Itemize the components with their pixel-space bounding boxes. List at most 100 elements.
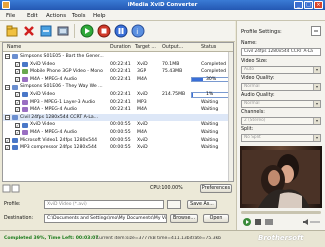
video-file-icon: [12, 84, 18, 90]
destination-input[interactable]: C:\Documents and Settings\mo\My Document…: [44, 214, 167, 223]
close-icon[interactable]: ×: [314, 1, 323, 9]
settings-title: Profile Settings:: [241, 29, 282, 35]
delete-icon[interactable]: [22, 24, 36, 38]
group-name: Civil 24fps 1280x544 CCRT A-La...: [20, 114, 99, 120]
item-target: M4A: [137, 130, 148, 135]
header-duration[interactable]: Duration: [110, 45, 131, 50]
video-quality-select[interactable]: Normal ▾: [241, 83, 321, 91]
convert-icon[interactable]: [80, 24, 94, 38]
profile-settings-icon[interactable]: [167, 200, 181, 209]
expand-toggle[interactable]: −: [5, 115, 10, 121]
item-duration: 00:00:55: [110, 145, 131, 151]
row-checkbox[interactable]: ✓: [15, 61, 20, 67]
volume-icon: [303, 219, 320, 225]
header-target[interactable]: Target ...: [135, 45, 156, 50]
profile-select[interactable]: XviD Video (*.avi): [44, 200, 164, 209]
menu-tools[interactable]: Tools: [72, 13, 86, 19]
item-output: 75.43MB: [162, 69, 183, 75]
row-checkbox[interactable]: ✓: [15, 130, 20, 136]
info-icon[interactable]: i: [131, 24, 145, 38]
list-scrollbar[interactable]: [228, 52, 233, 181]
format-icon: [22, 122, 28, 128]
format-icon: [22, 69, 28, 75]
status-bar: Completed 39%, Time Left: 00:03:07 Curre…: [0, 230, 325, 247]
item-name: XviD Video: [30, 122, 56, 128]
channels-value: 2 (Stereo): [244, 118, 266, 123]
item-status: Waiting: [201, 122, 219, 128]
row-checkbox[interactable]: ✓: [15, 77, 20, 83]
pause-icon[interactable]: [114, 24, 128, 38]
menu-actions[interactable]: Actions: [46, 13, 66, 19]
video-file-icon: [12, 145, 18, 151]
row-checkbox[interactable]: ✓: [15, 99, 20, 105]
channels-select[interactable]: 2 (Stereo) ▾: [241, 117, 321, 125]
row-checkbox[interactable]: ✓: [15, 69, 20, 75]
header-name[interactable]: Name: [7, 45, 21, 50]
browse-button[interactable]: Browse...: [170, 214, 198, 223]
chevron-down-icon: ▾: [313, 67, 320, 73]
group-name: Simpsons S01E06 - They Way We ...: [20, 84, 103, 90]
clear-icon[interactable]: [39, 24, 53, 38]
item-status: Waiting: [201, 145, 219, 151]
group-row[interactable]: − Simpsons S01E05 - Bart the Gener...: [3, 53, 233, 61]
menu-help[interactable]: Help: [93, 13, 106, 19]
item-duration: 00:22:41: [110, 69, 131, 75]
menu-file[interactable]: File: [6, 13, 15, 19]
preview-image: [240, 146, 322, 208]
item-status: 30%: [206, 76, 217, 82]
name-value: Civil 24fps 1280x544 CCRT A-La: [244, 49, 313, 54]
video-file-icon: [12, 115, 18, 121]
table-row[interactable]: ✓ MP3 compressor 24fps 1280x544 00:00:55 Xv…: [3, 144, 233, 152]
stop-icon[interactable]: [97, 24, 111, 38]
snapshot-icon: [265, 219, 273, 225]
channels-label: Channels:: [241, 110, 265, 115]
row-checkbox[interactable]: ✓: [5, 137, 10, 143]
player-controls: [241, 217, 321, 227]
table-row[interactable]: ✓ XviD Video 00:22:41 XviD 214.75MB 1%: [3, 91, 233, 99]
conversion-list[interactable]: Name Duration Target ... Output... Statu…: [2, 42, 234, 182]
expand-toggle[interactable]: −: [5, 54, 10, 60]
audio-quality-value: Normal: [244, 101, 260, 106]
table-row[interactable]: ✓ Microsoft Video1 24fps 1280x544 00:00:55…: [3, 137, 233, 145]
item-duration: 00:00:55: [110, 122, 131, 128]
table-row[interactable]: ✓ MP3 - MPEG-1 Layer-3 Audio 00:22:41 MP3 Wa…: [3, 99, 233, 107]
seek-slider[interactable]: [241, 211, 321, 214]
toolbar: i: [0, 21, 235, 42]
save-as-button[interactable]: Save As...: [187, 200, 217, 209]
collapse-icon[interactable]: [311, 26, 321, 36]
chevron-down-icon: ▾: [313, 101, 320, 107]
table-row[interactable]: ✓ M4A - MPEG-4 Audio 00:00:55 M4A Waiting: [3, 129, 233, 137]
item-duration: 00:22:41: [110, 99, 131, 105]
row-checkbox[interactable]: ✓: [5, 145, 10, 151]
preferences-button[interactable]: Preferences: [200, 184, 232, 193]
expand-toggle[interactable]: −: [5, 84, 10, 90]
audio-quality-select[interactable]: Normal ▾: [241, 100, 321, 108]
open-button[interactable]: Open: [203, 214, 229, 223]
list-view-icon[interactable]: [2, 184, 22, 193]
row-checkbox[interactable]: ✓: [15, 122, 20, 128]
group-row[interactable]: − Civil 24fps 1280x544 CCRT A-La...: [3, 113, 233, 122]
row-checkbox[interactable]: ✓: [15, 107, 20, 113]
settings-icon[interactable]: [56, 24, 70, 38]
maximize-icon[interactable]: □: [304, 1, 313, 9]
video-size-select[interactable]: Auto ▾: [241, 66, 321, 74]
group-row[interactable]: − Simpsons S01E06 - They Way We ...: [3, 83, 233, 91]
item-target: 3GP: [137, 69, 147, 75]
table-row[interactable]: ✓ M4A - MPEG-4 Audio 00:22:41 M4A 30%: [3, 76, 233, 84]
table-row[interactable]: ✓ XviD Video 00:22:41 XviD 70.1MB Completed: [3, 61, 233, 69]
header-status[interactable]: Status: [201, 45, 216, 50]
group-name: Simpsons S01E05 - Bart the Gener...: [20, 54, 104, 59]
name-field[interactable]: Civil 24fps 1280x544 CCRT A-La: [241, 48, 321, 56]
item-status: Waiting: [201, 107, 219, 113]
item-status: Waiting: [201, 99, 219, 105]
open-file-icon[interactable]: [5, 24, 19, 38]
menu-edit[interactable]: Edit: [27, 13, 38, 19]
table-row[interactable]: ✓ M4A - MPEG-4 Audio 00:22:41 M4A Waiting: [3, 106, 233, 114]
row-checkbox[interactable]: ✓: [15, 92, 20, 98]
header-output[interactable]: Output...: [162, 45, 183, 50]
minimize-icon[interactable]: _: [294, 1, 303, 9]
split-select[interactable]: No Split ▾: [241, 134, 321, 142]
table-row[interactable]: ✓ XviD Video 00:00:55 XviD Waiting: [3, 121, 233, 129]
table-row[interactable]: ✓ Mobile Phone 3GP Video - Mono 00:22:41 3G…: [3, 68, 233, 76]
chevron-down-icon: ▾: [313, 84, 320, 90]
